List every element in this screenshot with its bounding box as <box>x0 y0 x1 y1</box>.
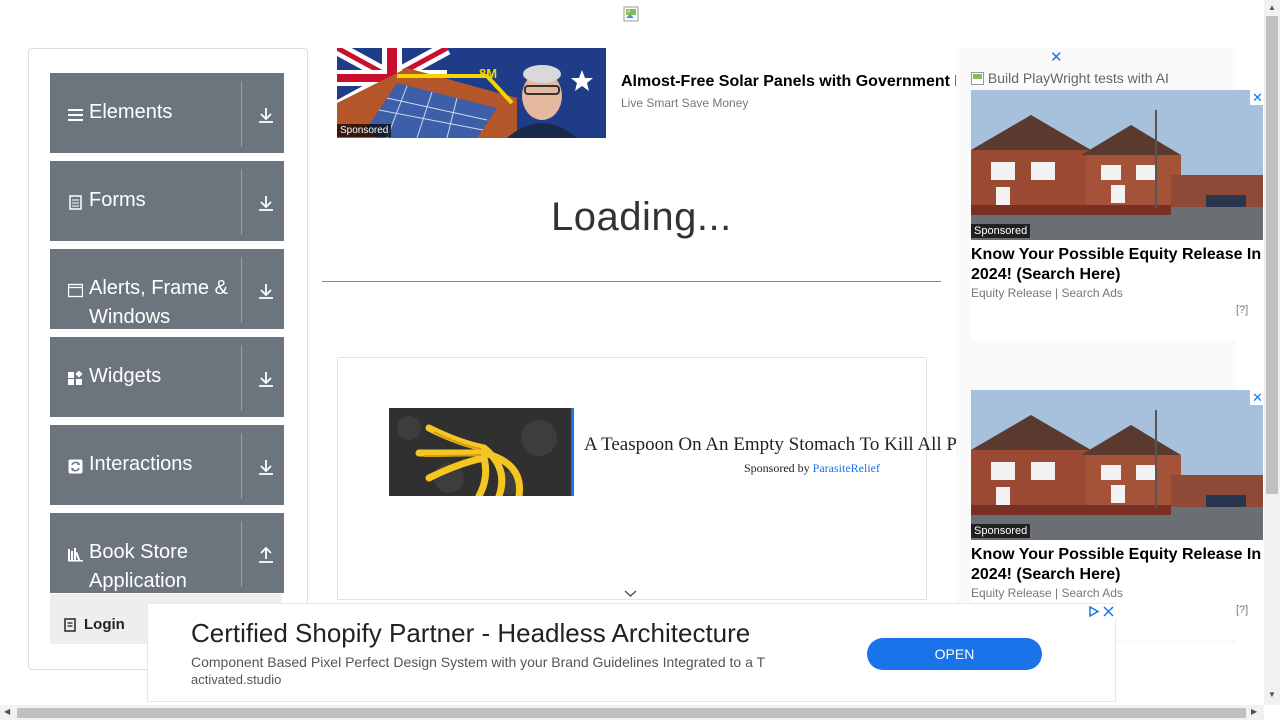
ad-card-image <box>971 390 1263 540</box>
middle-ad-sponsor-line: Sponsored by ParasiteRelief <box>744 461 880 476</box>
sidebar-group-label: Interactions <box>89 453 193 475</box>
bottom-ad-subtitle[interactable]: Component Based Pixel Perfect Design Sys… <box>191 654 765 670</box>
chevron-down-icon[interactable] <box>624 589 637 598</box>
sidebar-group-elements[interactable]: Elements <box>50 73 284 153</box>
solar-ad-image-text: 8M <box>479 66 497 81</box>
close-icon[interactable]: ✕ <box>1050 48 1063 66</box>
broken-ad-alt-text: Build PlayWright tests with AI <box>987 70 1169 86</box>
sidebar-group-label: Book Store <box>89 541 188 563</box>
ad-card-source[interactable]: Equity Release | Search Ads <box>971 286 1123 300</box>
sidebar-group-forms[interactable]: Forms <box>50 161 284 241</box>
divider <box>241 169 242 235</box>
download-arrow-icon[interactable] <box>257 458 275 476</box>
solar-ad-subtitle[interactable]: Live Smart Save Money <box>621 96 748 110</box>
sidebar-group-label: Elements <box>89 101 173 123</box>
sidebar-item-label: Login <box>84 616 125 633</box>
interactions-icon <box>68 459 83 474</box>
upload-arrow-icon[interactable] <box>257 546 275 564</box>
broken-image-icon[interactable] <box>623 6 640 23</box>
scroll-down-icon[interactable]: ▼ <box>1268 690 1276 699</box>
ad-card-source[interactable]: Equity Release | Search Ads <box>971 586 1123 600</box>
horizontal-scrollbar-thumb[interactable] <box>17 708 1246 718</box>
sidebar: Elements Forms Alerts, Frame & Windows W… <box>28 48 308 670</box>
scroll-left-icon[interactable]: ◀ <box>4 707 10 716</box>
scroll-right-icon[interactable]: ▶ <box>1251 707 1257 716</box>
sidebar-group-alerts-frame-windows[interactable]: Alerts, Frame & Windows <box>50 249 284 329</box>
sidebar-group-widgets[interactable]: Widgets <box>50 337 284 417</box>
bottom-ad-title[interactable]: Certified Shopify Partner - Headless Arc… <box>191 618 750 649</box>
download-arrow-icon[interactable] <box>257 282 275 300</box>
ad-card-title[interactable]: Know Your Possible Equity Release In 202… <box>971 245 1263 285</box>
house-photo <box>971 90 1263 240</box>
sidebar-group-label-line2: Windows <box>89 306 171 328</box>
ad-help-link[interactable]: [?] <box>1236 604 1248 616</box>
sidebar-group-label: Alerts, Frame & <box>89 277 228 299</box>
ad-card[interactable]: Sponsored Know Your Possible Equity Rele… <box>971 90 1265 340</box>
sponsored-label: Sponsored <box>337 124 392 137</box>
sidebar-group-label: Widgets <box>89 365 162 387</box>
middle-ad-illustration <box>389 408 571 496</box>
sponsored-label: Sponsored <box>971 224 1031 238</box>
divider <box>241 81 242 147</box>
download-arrow-icon[interactable] <box>257 370 275 388</box>
ad-card-title[interactable]: Know Your Possible Equity Release In 202… <box>971 545 1263 585</box>
sidebar-group-book-store[interactable]: Book Store Application <box>50 513 284 593</box>
menu-icon <box>68 109 83 121</box>
sidebar-group-interactions[interactable]: Interactions <box>50 425 284 505</box>
sponsor-link[interactable]: ParasiteRelief <box>813 461 880 475</box>
scroll-up-icon[interactable]: ▲ <box>1268 3 1276 12</box>
middle-ad-title[interactable]: A Teaspoon On An Empty Stomach To Kill A… <box>584 434 957 456</box>
loading-text: Loading... <box>551 195 732 239</box>
vertical-scrollbar-thumb[interactable] <box>1266 16 1278 494</box>
login-icon <box>64 618 76 632</box>
books-icon <box>68 548 83 562</box>
divider <box>241 433 242 499</box>
sponsored-by-label: Sponsored by <box>744 461 810 475</box>
divider <box>241 257 242 323</box>
download-arrow-icon[interactable] <box>257 106 275 124</box>
sidebar-group-label: Forms <box>89 189 146 211</box>
close-icon[interactable]: ✕ <box>1250 90 1265 105</box>
divider <box>322 281 941 282</box>
widgets-icon <box>68 371 83 385</box>
close-icon[interactable]: ✕ <box>1250 390 1265 405</box>
divider <box>241 521 242 587</box>
ad-help-link[interactable]: [?] <box>1236 304 1248 316</box>
sponsored-label: Sponsored <box>971 524 1031 538</box>
document-icon <box>69 195 82 210</box>
sidebar-group-label-line2: Application <box>89 570 187 592</box>
divider <box>241 345 242 411</box>
open-button[interactable]: OPEN <box>867 638 1042 670</box>
download-arrow-icon[interactable] <box>257 194 275 212</box>
solar-ad-image[interactable]: 8M Sponsored <box>337 48 606 138</box>
house-photo <box>971 390 1263 540</box>
window-icon <box>68 283 83 298</box>
ad-card-image <box>971 90 1263 240</box>
middle-ad-image[interactable] <box>389 408 574 496</box>
broken-ad-image-alt[interactable]: Build PlayWright tests with AI <box>971 70 1169 86</box>
bottom-ad-domain[interactable]: activated.studio <box>191 672 281 687</box>
adchoices-icon[interactable] <box>1086 604 1116 619</box>
broken-image-icon <box>971 72 984 85</box>
